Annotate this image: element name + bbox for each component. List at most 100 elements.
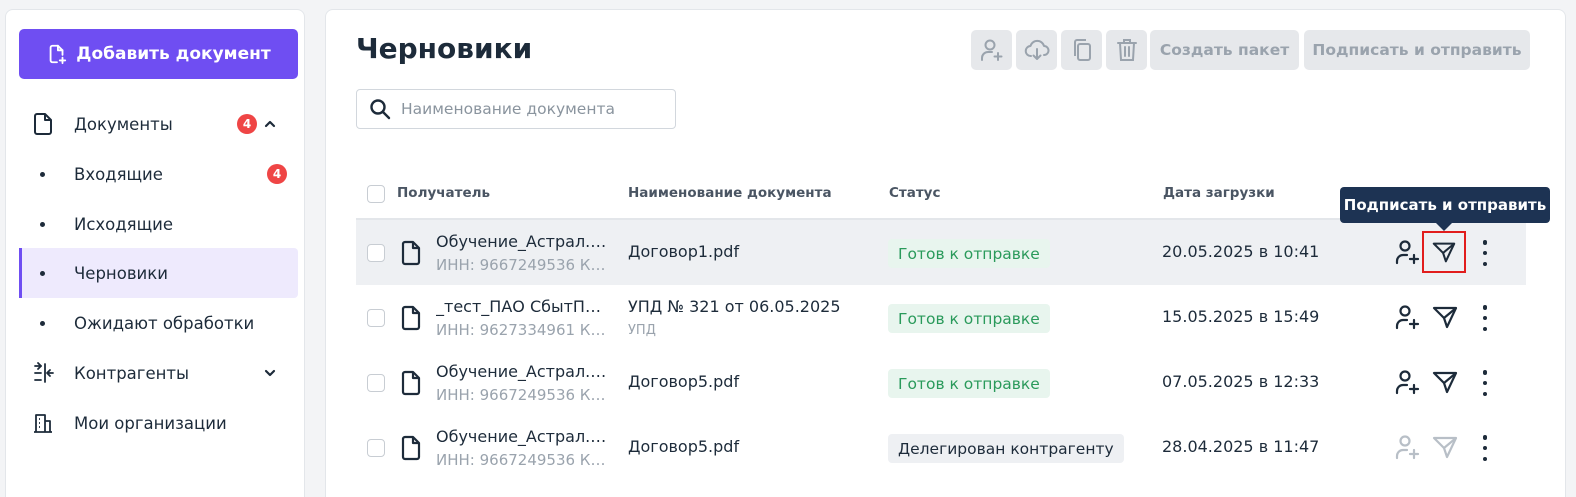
add-document-icon [49, 44, 67, 65]
sidebar-item-label: Черновики [74, 263, 168, 283]
more-actions-button[interactable] [1478, 305, 1492, 331]
status-badge: Готов к отправке [888, 304, 1050, 333]
sidebar-item-counterparties[interactable]: Контрагенты [19, 348, 298, 398]
more-dot-icon [1482, 326, 1488, 331]
add-document-button[interactable]: Добавить документ [19, 29, 298, 79]
user-add-icon [980, 39, 1002, 61]
send-icon [1432, 436, 1458, 459]
sidebar-item-label: Контрагенты [74, 363, 190, 383]
sidebar-item-drafts[interactable]: Черновики [19, 248, 298, 298]
sidebar-item-label: Исходящие [74, 214, 174, 234]
sign-and-send-action[interactable] [1431, 303, 1459, 331]
document-name[interactable]: Договор1.pdf [628, 242, 739, 261]
cloud-download-icon [1024, 39, 1049, 60]
assign-recipient-action [1394, 433, 1422, 461]
upload-date: 15.05.2025 в 15:49 [1162, 307, 1320, 326]
more-actions-button[interactable] [1478, 435, 1492, 461]
sidebar-item-pending[interactable]: Ожидают обработки [19, 298, 298, 348]
document-icon [401, 240, 421, 266]
document-name[interactable]: УПД № 321 от 06.05.2025 [628, 297, 841, 316]
recipient-inn: ИНН: 9667249536 КПП [436, 256, 608, 274]
user-add-icon [1395, 240, 1420, 265]
add-document-label: Добавить документ [76, 44, 271, 64]
search-field [356, 89, 676, 129]
chevron-up-icon[interactable] [263, 117, 277, 131]
more-dot-icon [1482, 445, 1488, 451]
assign-recipient-action[interactable] [1394, 238, 1422, 266]
delete-button[interactable] [1106, 30, 1147, 70]
copy-icon [1073, 39, 1091, 61]
main-panel: Черновики Создать пакет Подписать и отпр… [325, 9, 1566, 497]
download-button[interactable] [1016, 30, 1057, 70]
more-dot-icon [1482, 391, 1488, 396]
column-header-status[interactable]: Статус [889, 185, 940, 201]
row-checkbox[interactable] [367, 439, 385, 457]
recipient-inn: ИНН: 9627334961 КПП [436, 321, 608, 339]
chevron-down-icon[interactable] [263, 366, 277, 380]
status-badge: Готов к отправке [888, 239, 1050, 268]
sidebar-item-incoming[interactable]: Входящие 4 [19, 149, 298, 199]
document-name[interactable]: Договор5.pdf [628, 437, 739, 456]
sign-and-send-button[interactable]: Подписать и отправить [1304, 30, 1530, 70]
table-row[interactable]: Обучение_Астрал.Отчет ИНН: 9667249536 КП… [356, 350, 1526, 415]
page-title: Черновики [356, 32, 533, 65]
select-all-checkbox[interactable] [367, 185, 385, 203]
sidebar-item-documents[interactable]: Документы 4 [19, 99, 298, 149]
more-actions-button[interactable] [1478, 370, 1492, 396]
row-checkbox[interactable] [367, 374, 385, 392]
recipient-name: Обучение_Астрал.Отчет [436, 362, 608, 381]
upload-date: 07.05.2025 в 12:33 [1162, 372, 1320, 391]
more-dot-icon [1482, 240, 1488, 245]
sign-and-send-tooltip: Подписать и отправить [1340, 187, 1550, 231]
assign-recipient-action[interactable] [1394, 368, 1422, 396]
document-name[interactable]: Договор5.pdf [628, 372, 739, 391]
send-icon [1432, 242, 1456, 263]
status-badge: Делегирован контрагенту [888, 434, 1124, 463]
column-header-recipient[interactable]: Получатель [397, 185, 490, 201]
user-add-icon [1395, 435, 1420, 460]
table-row[interactable]: Обучение_Астрал.Отчет ИНН: 9667249536 КП… [356, 220, 1526, 285]
document-type: УПД [628, 323, 656, 338]
recipient-name: Обучение_Астрал.Отчет [436, 427, 608, 446]
column-header-document[interactable]: Наименование документа [628, 185, 832, 201]
incoming-count-badge: 4 [267, 164, 287, 184]
row-checkbox[interactable] [367, 309, 385, 327]
sidebar-item-label: Ожидают обработки [74, 313, 255, 333]
status-badge: Готов к отправке [888, 369, 1050, 398]
table-row[interactable]: _тест_ПАО СбытПромЭнерго ИНН: 9627334961… [356, 285, 1526, 350]
sidebar-item-label: Документы [74, 114, 173, 134]
send-icon [1432, 306, 1458, 329]
user-add-icon [1395, 305, 1420, 330]
bullet-icon [40, 320, 45, 326]
bullet-icon [40, 270, 45, 276]
bullet-icon [40, 171, 45, 177]
sign-and-send-action[interactable] [1431, 368, 1459, 396]
create-package-button[interactable]: Создать пакет [1150, 30, 1299, 70]
recipient-name: Обучение_Астрал.Отчет [436, 232, 608, 251]
bullet-icon [40, 221, 45, 227]
search-input[interactable] [401, 96, 671, 122]
table-row[interactable]: Обучение_Астрал.Отчет ИНН: 9667249536 КП… [356, 415, 1526, 480]
building-icon [34, 414, 52, 433]
document-icon [401, 370, 421, 396]
trash-icon [1116, 39, 1137, 61]
row-checkbox[interactable] [367, 244, 385, 262]
assign-recipient-action[interactable] [1394, 303, 1422, 331]
copy-button[interactable] [1061, 30, 1102, 70]
sidebar: Добавить документ Документы 4 Входящие 4… [5, 9, 305, 497]
recipient-inn: ИНН: 9667249536 КПП [436, 451, 608, 469]
upload-date: 28.04.2025 в 11:47 [1162, 437, 1320, 456]
send-icon [1432, 371, 1458, 394]
column-header-date[interactable]: Дата загрузки [1163, 185, 1275, 201]
user-add-icon [1395, 370, 1420, 395]
sidebar-item-outgoing[interactable]: Исходящие [19, 199, 298, 249]
more-dot-icon [1482, 305, 1488, 310]
sign-and-send-action[interactable] [1422, 231, 1466, 273]
recipient-inn: ИНН: 9667249536 КПП [436, 386, 608, 404]
more-actions-button[interactable] [1478, 240, 1492, 266]
counterparties-icon [34, 362, 54, 383]
documents-count-badge: 4 [237, 114, 257, 134]
sidebar-item-my-orgs[interactable]: Мои организации [19, 398, 298, 448]
more-dot-icon [1482, 435, 1488, 440]
assign-recipient-button[interactable] [971, 30, 1012, 70]
